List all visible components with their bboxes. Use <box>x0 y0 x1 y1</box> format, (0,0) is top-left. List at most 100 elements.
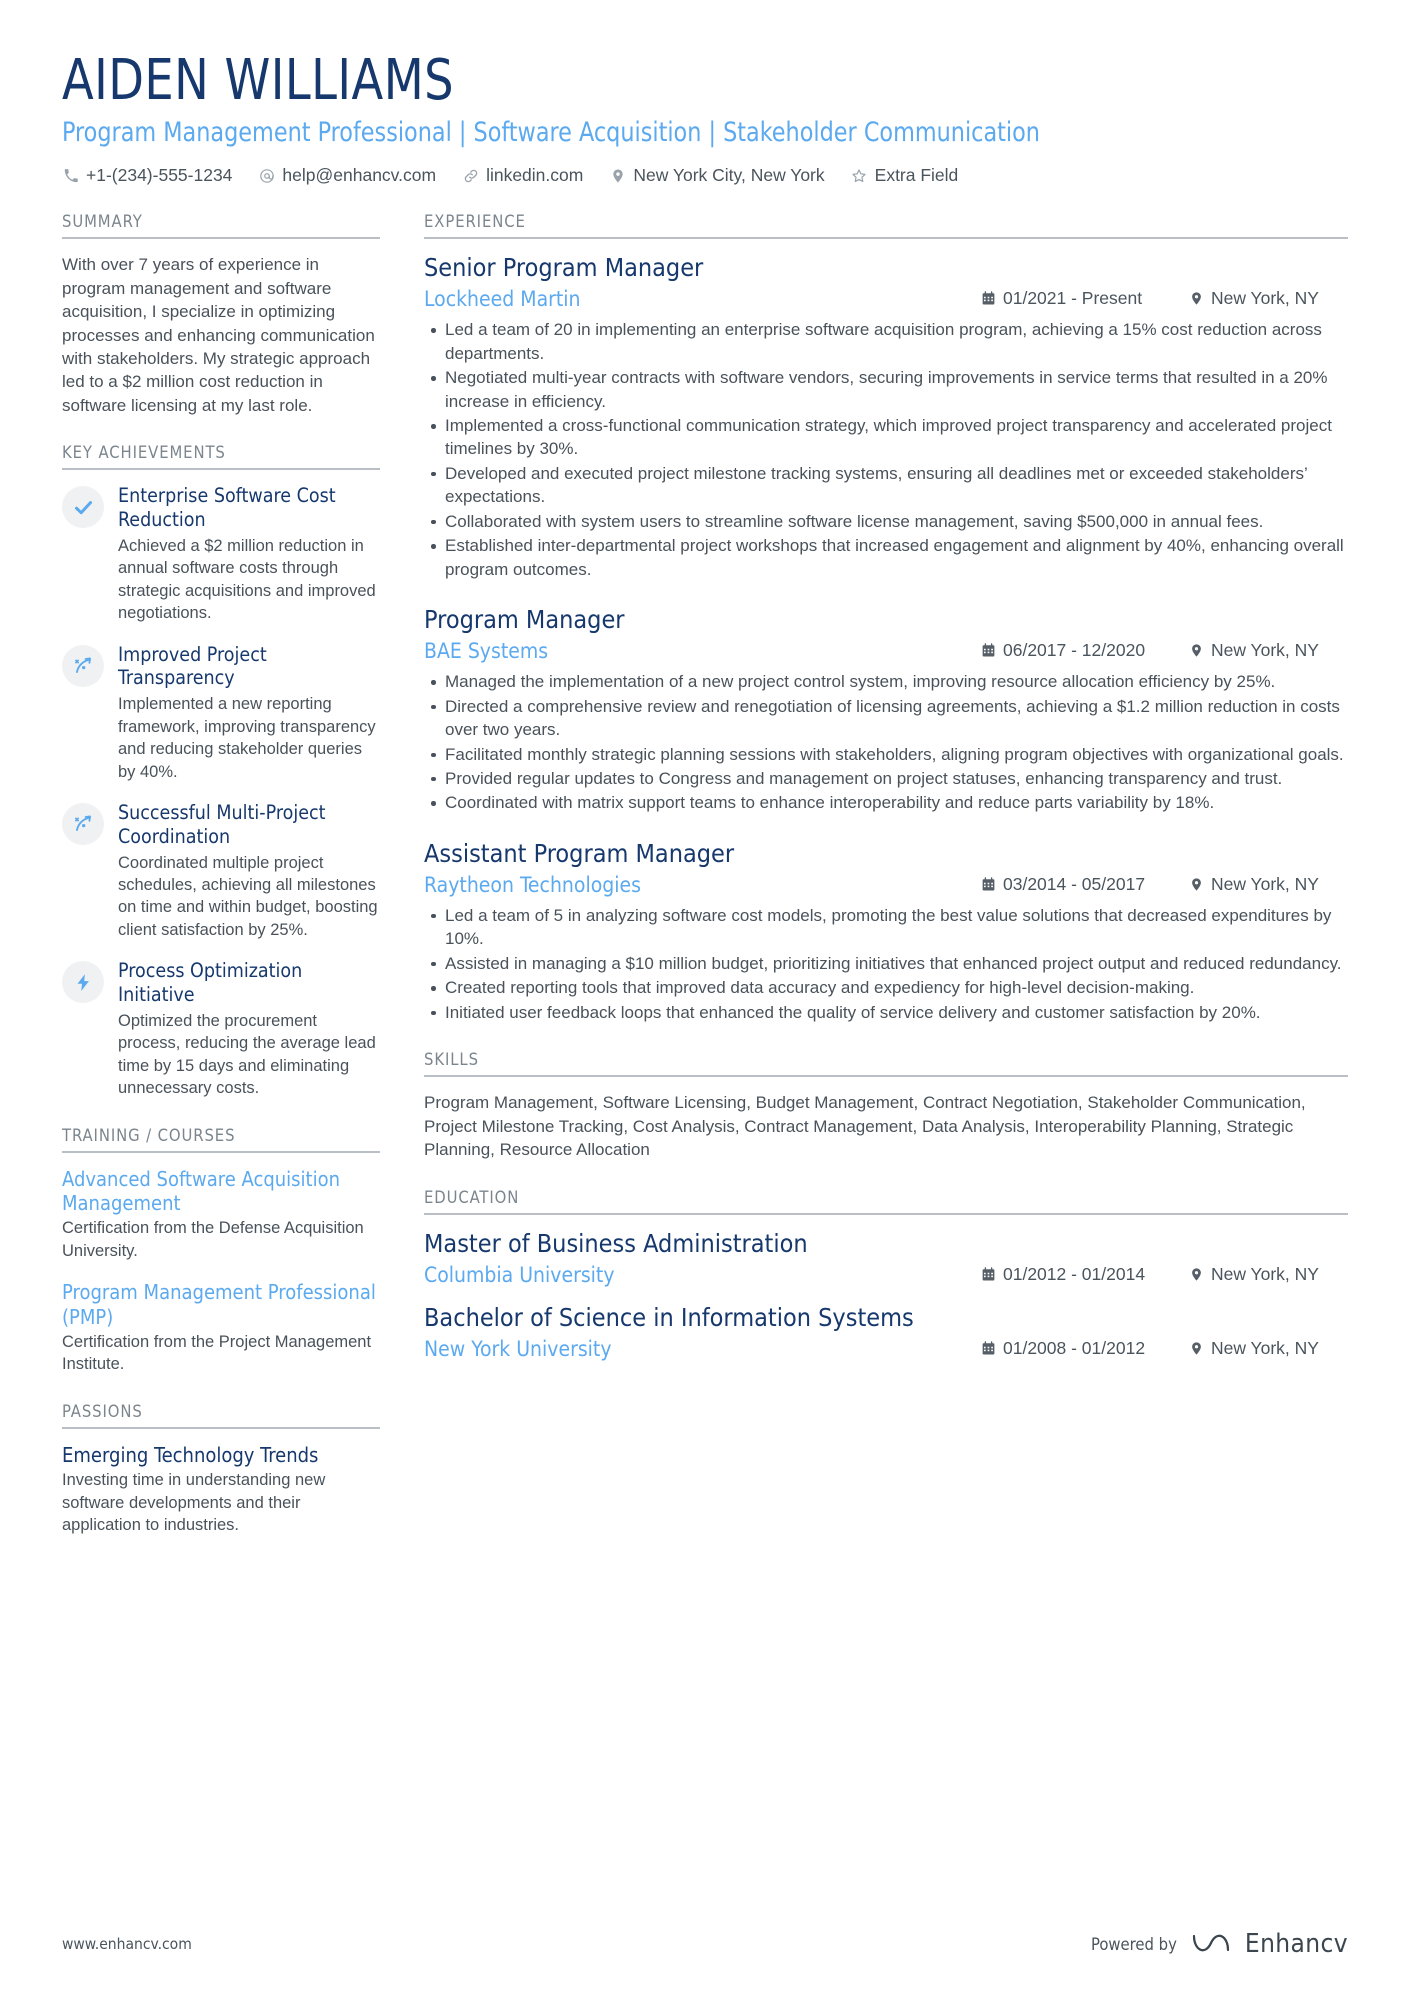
skills-text: Program Management, Software Licensing, … <box>424 1093 1306 1160</box>
calendar-icon <box>980 1340 996 1357</box>
education-date-text: 01/2012 - 01/2014 <box>1003 1263 1146 1284</box>
job-company: Lockheed Martin <box>424 287 581 312</box>
contact-bar: +1-(234)-555-1234 help@enhancv.com linkedi… <box>62 165 1348 186</box>
training-description: Certification from the Project Managemen… <box>62 1333 372 1374</box>
passions-section: PASSIONS Emerging Technology Trends Inves… <box>62 1402 380 1537</box>
contact-item-star[interactable]: Extra Field <box>851 165 959 186</box>
experience-list: Senior Program Manager Lockheed Martin 01/… <box>424 253 1348 1024</box>
achievement-badge <box>62 961 104 1004</box>
experience-bullet: Led a team of 5 in analyzing software co… <box>431 904 1348 951</box>
training-title: Advanced Software Acquisition Management <box>62 1166 341 1215</box>
experience-bullet: Coordinated with matrix support teams to… <box>431 791 1348 814</box>
experience-bullet: Established inter-departmental project w… <box>431 534 1348 581</box>
location-pin-icon <box>1188 1340 1204 1357</box>
job-date-text: 06/2017 - 12/2020 <box>1003 640 1146 661</box>
contact-text: Extra Field <box>874 165 959 186</box>
experience-bullet: Negotiated multi-year contracts with sof… <box>431 366 1348 413</box>
job-location-text: New York, NY <box>1211 640 1319 661</box>
education-degree: Master of Business Administration <box>424 1228 808 1258</box>
job-title: Assistant Program Manager <box>424 838 735 868</box>
education-heading: EDUCATION <box>424 1188 1348 1215</box>
job-date-range: 01/2021 - Present <box>980 288 1188 309</box>
experience-item: Senior Program Manager Lockheed Martin 01/… <box>424 253 1348 581</box>
experience-bullet: Facilitated monthly strategic planning s… <box>431 743 1348 766</box>
experience-heading: EXPERIENCE <box>424 212 1348 240</box>
job-title: Program Manager <box>424 605 625 635</box>
experience-section: EXPERIENCE Senior Program Manager Lockhee… <box>424 212 1348 1024</box>
education-school: New York University <box>424 1336 612 1361</box>
passion-description: Investing time in understanding new soft… <box>62 1471 326 1535</box>
candidate-headline: Program Management Professional | Softwa… <box>62 116 1040 148</box>
achievement-description: Implemented a new reporting framework, i… <box>118 695 376 781</box>
experience-bullet: Created reporting tools that improved da… <box>431 976 1348 999</box>
achievement-title: Enterprise Software Cost Reduction <box>118 484 336 532</box>
experience-bullet: Implemented a cross-functional communica… <box>431 414 1348 461</box>
job-bullets: Managed the implementation of a new proj… <box>424 670 1348 815</box>
experience-bullet: Developed and executed project milestone… <box>431 462 1348 509</box>
contact-item-link[interactable]: linkedin.com <box>462 165 583 186</box>
achievement-description: Optimized the procurement process, reduc… <box>118 1011 376 1098</box>
passions-list: Emerging Technology Trends Investing time… <box>62 1443 380 1537</box>
job-location: New York, NY <box>1188 874 1348 895</box>
rocket-icon <box>73 655 94 676</box>
contact-item-location-pin[interactable]: New York City, New York <box>609 165 825 186</box>
experience-bullet: Provided regular updates to Congress and… <box>431 767 1348 790</box>
experience-bullet: Initiated user feedback loops that enhan… <box>431 1001 1348 1024</box>
achievement-badge <box>62 802 104 845</box>
education-meta-row: New York University 01/2008 - 01/2012 New … <box>424 1337 1348 1361</box>
education-section: EDUCATION Master of Business Administrat… <box>424 1188 1348 1361</box>
job-meta-row: Raytheon Technologies 03/2014 - 05/2017 Ne… <box>424 873 1348 897</box>
achievement-description: Achieved a $2 million reduction in annua… <box>118 536 376 623</box>
resume-header: AIDEN WILLIAMS Program Management Profes… <box>62 51 1348 186</box>
summary-heading: SUMMARY <box>62 212 380 240</box>
job-company: Raytheon Technologies <box>424 872 641 897</box>
contact-text: linkedin.com <box>486 165 584 186</box>
location-pin-icon <box>1188 642 1204 659</box>
training-title: Program Management Professional (PMP) <box>62 1280 376 1329</box>
experience-bullet: Directed a comprehensive review and rene… <box>431 695 1348 742</box>
job-location-text: New York, NY <box>1211 873 1319 894</box>
key-achievements-heading: KEY ACHIEVEMENTS <box>62 443 380 471</box>
rocket-icon <box>73 813 94 834</box>
education-item: Master of Business Administration Columbi… <box>424 1229 1348 1287</box>
page-footer: www.enhancv.com Powered by Enhancv <box>62 1929 1348 1959</box>
contact-item-phone[interactable]: +1-(234)-555-1234 <box>62 165 232 186</box>
education-location-text: New York, NY <box>1211 1337 1319 1358</box>
education-location: New York, NY <box>1188 1338 1348 1359</box>
experience-item: Assistant Program Manager Raytheon Techno… <box>424 839 1348 1024</box>
education-degree: Bachelor of Science in Information Syste… <box>424 1302 914 1332</box>
training-list: Advanced Software Acquisition Management… <box>62 1167 380 1376</box>
summary-section: SUMMARY With over 7 years of experience … <box>62 212 380 417</box>
education-school: Columbia University <box>424 1262 615 1287</box>
skills-section: SKILLS Program Management, Software Lice… <box>424 1050 1348 1161</box>
job-bullets: Led a team of 20 in implementing an ente… <box>424 318 1348 581</box>
enhancv-logo-icon <box>1191 1931 1231 1957</box>
achievement-title: Successful Multi-Project Coordination <box>118 800 326 848</box>
education-date-range: 01/2012 - 01/2014 <box>980 1264 1188 1285</box>
location-pin-icon <box>1188 1266 1204 1283</box>
job-meta-row: BAE Systems 06/2017 - 12/2020 New York, NY <box>424 639 1348 663</box>
achievement-body: Improved Project Transparency Implemented… <box>118 643 380 783</box>
calendar-icon <box>980 642 996 659</box>
achievement-description: Coordinated multiple project schedules, … <box>118 853 378 939</box>
contact-item-email[interactable]: help@enhancv.com <box>258 165 436 186</box>
education-location-text: New York, NY <box>1211 1263 1319 1284</box>
check-icon <box>73 497 94 518</box>
achievement-body: Enterprise Software Cost Reduction Achiev… <box>118 484 380 624</box>
calendar-icon <box>980 876 996 893</box>
achievement-body: Successful Multi-Project Coordination Coo… <box>118 801 380 941</box>
education-date-range: 01/2008 - 01/2012 <box>980 1338 1188 1359</box>
achievement-item: Improved Project Transparency Implemented… <box>62 643 380 783</box>
job-company: BAE Systems <box>424 639 549 664</box>
content-columns: SUMMARY With over 7 years of experience … <box>62 212 1348 1562</box>
footer-website-url[interactable]: www.enhancv.com <box>62 1935 192 1953</box>
resume-page: AIDEN WILLIAMS Program Management Profes… <box>0 0 1410 1995</box>
education-date-text: 01/2008 - 01/2012 <box>1003 1337 1146 1358</box>
location-pin-icon <box>1188 876 1204 893</box>
training-item: Advanced Software Acquisition Management… <box>62 1167 380 1263</box>
footer-branding: Powered by Enhancv <box>1091 1929 1348 1959</box>
left-column: SUMMARY With over 7 years of experience … <box>62 212 380 1562</box>
training-item: Program Management Professional (PMP) Cer… <box>62 1280 380 1376</box>
link-icon <box>462 167 479 184</box>
training-heading: TRAINING / COURSES <box>62 1126 380 1153</box>
